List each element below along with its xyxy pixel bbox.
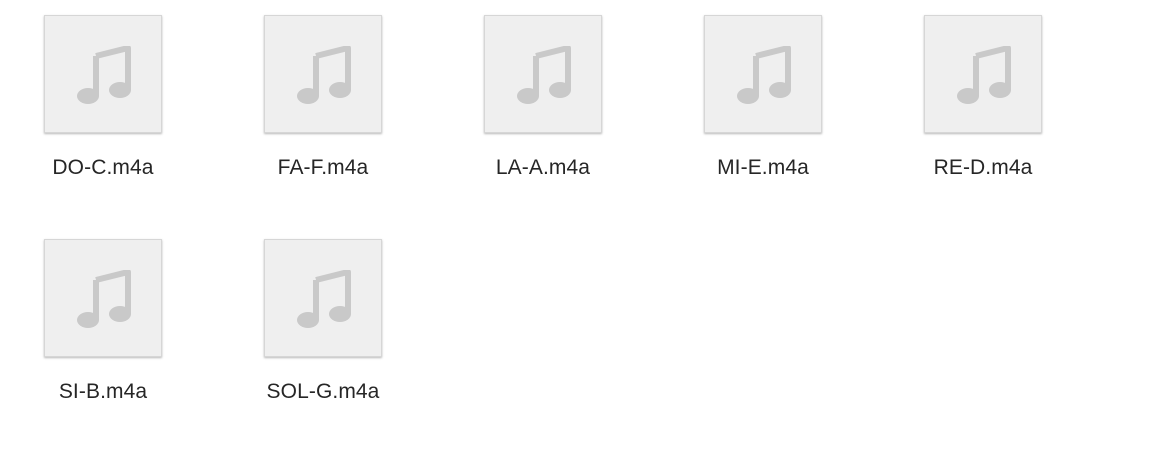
music-note-icon xyxy=(957,46,1011,104)
file-thumbnail[interactable] xyxy=(264,239,382,357)
music-note-icon xyxy=(77,270,131,328)
file-thumbnail[interactable] xyxy=(484,15,602,133)
music-note-icon xyxy=(297,270,351,328)
file-thumbnail[interactable] xyxy=(44,15,162,133)
file-name-label[interactable]: FA-F.m4a xyxy=(220,156,426,180)
file-item-re-d[interactable]: RE-D.m4a xyxy=(880,0,1042,200)
file-name-label[interactable]: LA-A.m4a xyxy=(440,156,646,180)
file-thumbnail[interactable] xyxy=(264,15,382,133)
file-item-mi-e[interactable]: MI-E.m4a xyxy=(660,0,822,200)
file-item-sol-g[interactable]: SOL-G.m4a xyxy=(220,224,382,424)
music-note-icon xyxy=(77,46,131,104)
file-name-label[interactable]: DO-C.m4a xyxy=(0,156,206,180)
file-thumbnail[interactable] xyxy=(924,15,1042,133)
file-name-label[interactable]: RE-D.m4a xyxy=(880,156,1086,180)
music-note-icon xyxy=(737,46,791,104)
file-item-la-a[interactable]: LA-A.m4a xyxy=(440,0,602,200)
file-thumbnail[interactable] xyxy=(704,15,822,133)
file-grid: DO-C.m4a FA-F.m4a LA-A.m4a MI-E.m4a RE-D… xyxy=(0,0,1166,456)
file-item-fa-f[interactable]: FA-F.m4a xyxy=(220,0,382,200)
file-name-label[interactable]: MI-E.m4a xyxy=(660,156,866,180)
file-item-do-c[interactable]: DO-C.m4a xyxy=(0,0,162,200)
file-name-label[interactable]: SI-B.m4a xyxy=(0,380,206,404)
music-note-icon xyxy=(297,46,351,104)
music-note-icon xyxy=(517,46,571,104)
file-name-label[interactable]: SOL-G.m4a xyxy=(220,380,426,404)
file-item-si-b[interactable]: SI-B.m4a xyxy=(0,224,162,424)
file-thumbnail[interactable] xyxy=(44,239,162,357)
